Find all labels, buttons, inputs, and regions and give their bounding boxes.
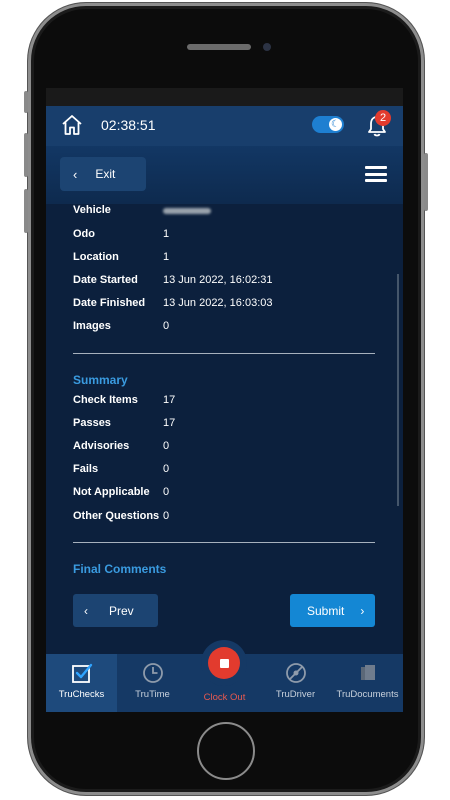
status-bar xyxy=(46,88,403,106)
submit-label: Submit xyxy=(307,603,345,618)
bottom-nav: TruChecks TruTime Clock Out TruDriver Tr… xyxy=(46,640,403,712)
exit-label: Exit xyxy=(95,167,116,181)
summary-row-passes: Passes 17 xyxy=(73,417,175,433)
detail-label: Date Finished xyxy=(73,297,146,309)
exit-button[interactable]: ‹ Exit xyxy=(60,157,146,191)
detail-value: 13 Jun 2022, 16:03:03 xyxy=(163,297,273,309)
nav-label: TruDocuments xyxy=(336,689,399,700)
chevron-right-icon: › xyxy=(360,603,365,618)
dark-mode-toggle[interactable]: ☾ xyxy=(312,116,344,133)
detail-label: Vehicle xyxy=(73,204,111,216)
nav-label: TruTime xyxy=(135,689,170,700)
detail-label: Odo xyxy=(73,228,95,240)
home-icon[interactable] xyxy=(60,113,84,137)
chevron-left-icon: ‹ xyxy=(84,603,88,618)
volume-down-button xyxy=(24,189,28,233)
summary-value: 17 xyxy=(163,394,176,406)
divider xyxy=(73,353,375,354)
detail-value: 1 xyxy=(163,251,170,263)
stop-icon xyxy=(208,647,240,679)
detail-row-location: Location 1 xyxy=(73,251,169,267)
nav-label: TruDriver xyxy=(275,689,316,700)
detail-label: Location xyxy=(73,251,119,263)
chevron-left-icon: ‹ xyxy=(73,166,78,182)
summary-row-not-applicable: Not Applicable 0 xyxy=(73,486,169,502)
speaker-grill xyxy=(187,44,251,50)
nav-trudriver[interactable]: TruDriver xyxy=(260,654,331,712)
detail-row-odo: Odo 1 xyxy=(73,228,169,244)
summary-row-other-questions: Other Questions 0 xyxy=(73,510,169,526)
detail-row-date-started: Date Started 13 Jun 2022, 16:02:31 xyxy=(73,274,272,290)
nav-label: Clock Out xyxy=(203,692,246,703)
detail-value: 0 xyxy=(163,320,170,332)
prev-label: Prev xyxy=(109,603,134,618)
nav-trudocuments[interactable]: TruDocuments xyxy=(332,654,403,712)
detail-row-images: Images 0 xyxy=(73,320,169,336)
final-comments-title: Final Comments xyxy=(73,562,167,576)
volume-up-button xyxy=(24,133,28,177)
summary-row-advisories: Advisories 0 xyxy=(73,440,169,456)
summary-row-fails: Fails 0 xyxy=(73,463,169,479)
sub-header: ‹ Exit xyxy=(46,146,403,204)
summary-value: 0 xyxy=(163,510,170,522)
summary-value: 0 xyxy=(163,486,170,498)
front-camera xyxy=(263,43,271,51)
submit-button[interactable]: Submit › xyxy=(290,594,375,627)
nav-truchecks[interactable]: TruChecks xyxy=(46,654,117,712)
summary-label: Passes xyxy=(73,417,111,429)
detail-value: 13 Jun 2022, 16:02:31 xyxy=(163,274,273,286)
detail-label: Images xyxy=(73,320,111,332)
inspection-summary: Vehicle Odo 1 Location 1 Date Started 13… xyxy=(46,204,403,638)
detail-row-date-finished: Date Finished 13 Jun 2022, 16:03:03 xyxy=(73,297,272,313)
summary-label: Other Questions xyxy=(73,510,160,522)
prev-button[interactable]: ‹ Prev xyxy=(73,594,158,627)
menu-icon[interactable] xyxy=(365,166,387,182)
scrollbar[interactable] xyxy=(397,274,399,506)
moon-icon: ☾ xyxy=(329,118,342,131)
summary-label: Not Applicable xyxy=(73,486,150,498)
power-button xyxy=(424,153,428,211)
summary-label: Check Items xyxy=(73,394,138,406)
vehicle-value-redacted xyxy=(163,204,211,220)
nav-trutime[interactable]: TruTime xyxy=(117,654,188,712)
nav-clock-out[interactable]: Clock Out xyxy=(189,640,260,712)
summary-value: 17 xyxy=(163,417,176,429)
clock-time: 02:38:51 xyxy=(101,117,156,133)
checkbox-icon xyxy=(71,663,92,683)
summary-value: 0 xyxy=(163,463,170,475)
steering-wheel-icon xyxy=(285,663,306,683)
documents-icon xyxy=(360,665,375,680)
divider xyxy=(73,542,375,543)
notification-badge: 2 xyxy=(375,110,391,126)
app-screen: 02:38:51 ☾ 2 ‹ Exit Vehicle Odo 1 Locati… xyxy=(46,88,403,712)
clock-out-circle xyxy=(201,640,247,686)
detail-label: Date Started xyxy=(73,274,138,286)
summary-row-check-items: Check Items 17 xyxy=(73,394,175,410)
nav-label: TruChecks xyxy=(58,689,105,700)
detail-value: 1 xyxy=(163,228,170,240)
summary-title: Summary xyxy=(73,373,128,387)
clock-icon xyxy=(142,663,163,683)
mute-switch xyxy=(24,91,28,113)
summary-value: 0 xyxy=(163,440,170,452)
summary-label: Advisories xyxy=(73,440,130,452)
detail-row-vehicle: Vehicle xyxy=(73,204,211,220)
summary-label: Fails xyxy=(73,463,99,475)
home-button[interactable] xyxy=(197,722,255,780)
top-bar: 02:38:51 ☾ 2 xyxy=(46,106,403,146)
